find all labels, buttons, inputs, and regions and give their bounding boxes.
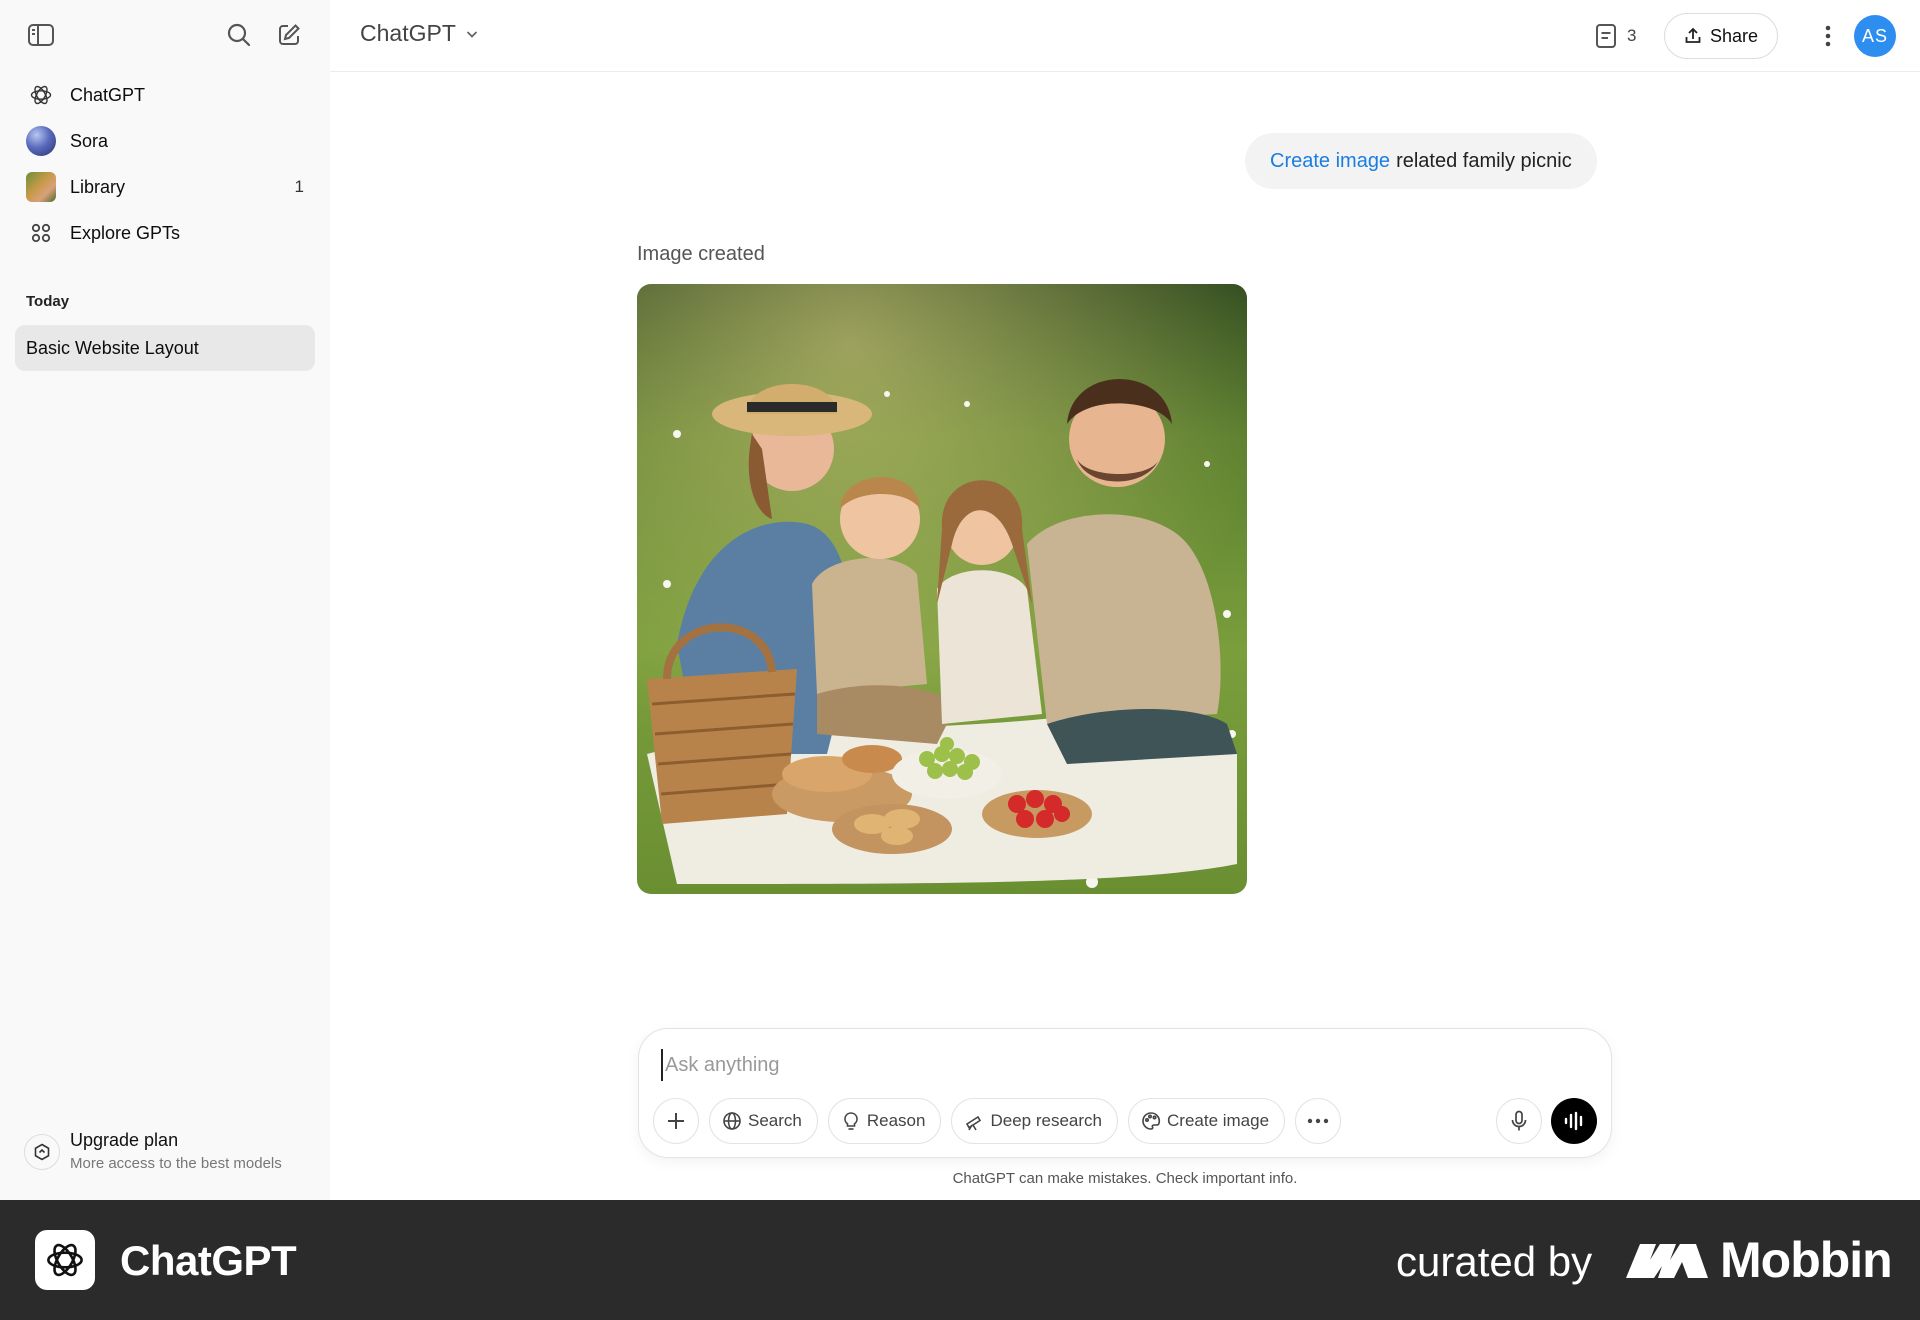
waveform-icon	[1564, 1111, 1583, 1131]
share-button[interactable]: Share	[1664, 13, 1778, 59]
search-tool-label: Search	[748, 1111, 802, 1130]
sidebar-item-label: Sora	[70, 130, 109, 151]
composer: Search Reason Deep research Create image	[638, 1028, 1612, 1158]
sidebar-item-sora[interactable]: Sora	[14, 118, 316, 164]
upgrade-plan-button[interactable]: Upgrade plan More access to the best mod…	[24, 1130, 282, 1172]
create-image-tool-label: Create image	[1167, 1111, 1270, 1130]
reason-tool-button[interactable]: Reason	[827, 1098, 942, 1144]
reason-tool-label: Reason	[866, 1111, 926, 1130]
footer-app-name: ChatGPT	[120, 1237, 297, 1284]
plus-icon	[668, 1113, 684, 1129]
sidebar-item-chatgpt[interactable]: ChatGPT	[14, 72, 316, 118]
sidebar: ChatGPT Sora Library 1 Explore GPTs Toda…	[0, 0, 330, 1200]
dictate-button[interactable]	[1496, 1098, 1542, 1144]
search-tool-button[interactable]: Search	[709, 1098, 818, 1144]
sidebar-item-label: ChatGPT	[70, 84, 146, 105]
sora-icon	[26, 126, 56, 156]
top-bar: ChatGPT 3 Share AS	[330, 0, 1920, 72]
deep-research-tool-button[interactable]: Deep research	[951, 1098, 1118, 1144]
share-icon	[1685, 27, 1701, 43]
user-message-bubble: Create image related family picnic	[1245, 133, 1597, 189]
sidebar-item-explore-gpts[interactable]: Explore GPTs	[14, 210, 316, 256]
footer-curated-by: curated by	[1396, 1238, 1593, 1285]
disclaimer: ChatGPT can make mistakes. Check importa…	[952, 1170, 1298, 1187]
sidebar-toolbar	[22, 16, 308, 54]
footer-brand: Mobbin	[1720, 1232, 1893, 1288]
documents-count: 3	[1627, 26, 1637, 45]
new-chat-icon[interactable]	[270, 16, 308, 54]
avatar[interactable]: AS	[1854, 15, 1896, 57]
voice-mode-button[interactable]	[1551, 1098, 1597, 1144]
section-title-today: Today	[26, 293, 70, 310]
footer-banner: ChatGPT curated by Mobbin	[0, 1200, 1920, 1320]
share-label: Share	[1709, 25, 1759, 46]
mobbin-mark-icon	[1626, 1244, 1708, 1278]
chat-history-item[interactable]: Basic Website Layout	[15, 325, 315, 371]
toggle-sidebar-icon[interactable]	[22, 16, 60, 54]
mobbin-logo: Mobbin	[1626, 1230, 1893, 1290]
more-options-icon[interactable]	[1810, 18, 1846, 54]
sidebar-item-library[interactable]: Library 1	[14, 164, 316, 210]
model-name: ChatGPT	[360, 20, 456, 46]
image-caption: Image created	[637, 243, 765, 265]
upgrade-title: Upgrade plan	[70, 1130, 179, 1150]
chatgpt-app-icon	[35, 1230, 95, 1290]
sidebar-nav: ChatGPT Sora Library 1 Explore GPTs	[14, 72, 316, 256]
create-image-tool-button[interactable]: Create image	[1128, 1098, 1286, 1144]
telescope-icon	[966, 1115, 982, 1131]
chevron-down-icon	[466, 30, 478, 38]
library-count: 1	[294, 177, 304, 196]
microphone-icon	[1511, 1110, 1527, 1131]
document-icon	[1596, 24, 1616, 48]
palette-icon	[1142, 1112, 1161, 1130]
create-image-link[interactable]: Create image	[1270, 150, 1390, 173]
user-message-text: related family picnic	[1396, 149, 1572, 172]
lightbulb-icon	[844, 1112, 858, 1130]
generated-image[interactable]	[637, 284, 1247, 894]
upgrade-icon	[24, 1134, 60, 1170]
globe-icon	[723, 1112, 741, 1130]
chatgpt-logo-icon	[26, 80, 56, 110]
grid-icon	[26, 218, 56, 248]
composer-toolbar: Search Reason Deep research Create image	[653, 1098, 1351, 1144]
library-thumbnail	[26, 172, 56, 202]
upgrade-subtitle: More access to the best models	[70, 1155, 282, 1172]
sidebar-item-label: Explore GPTs	[70, 222, 181, 243]
prompt-input[interactable]	[661, 1049, 1561, 1081]
deep-research-tool-label: Deep research	[990, 1111, 1102, 1130]
model-selector[interactable]: ChatGPT	[360, 20, 480, 47]
documents-button[interactable]: 3	[1595, 20, 1655, 52]
ellipsis-icon	[1307, 1118, 1329, 1124]
attach-button[interactable]	[653, 1098, 699, 1144]
more-tools-button[interactable]	[1295, 1098, 1342, 1144]
sidebar-item-label: Library	[70, 176, 126, 197]
search-icon[interactable]	[220, 16, 258, 54]
